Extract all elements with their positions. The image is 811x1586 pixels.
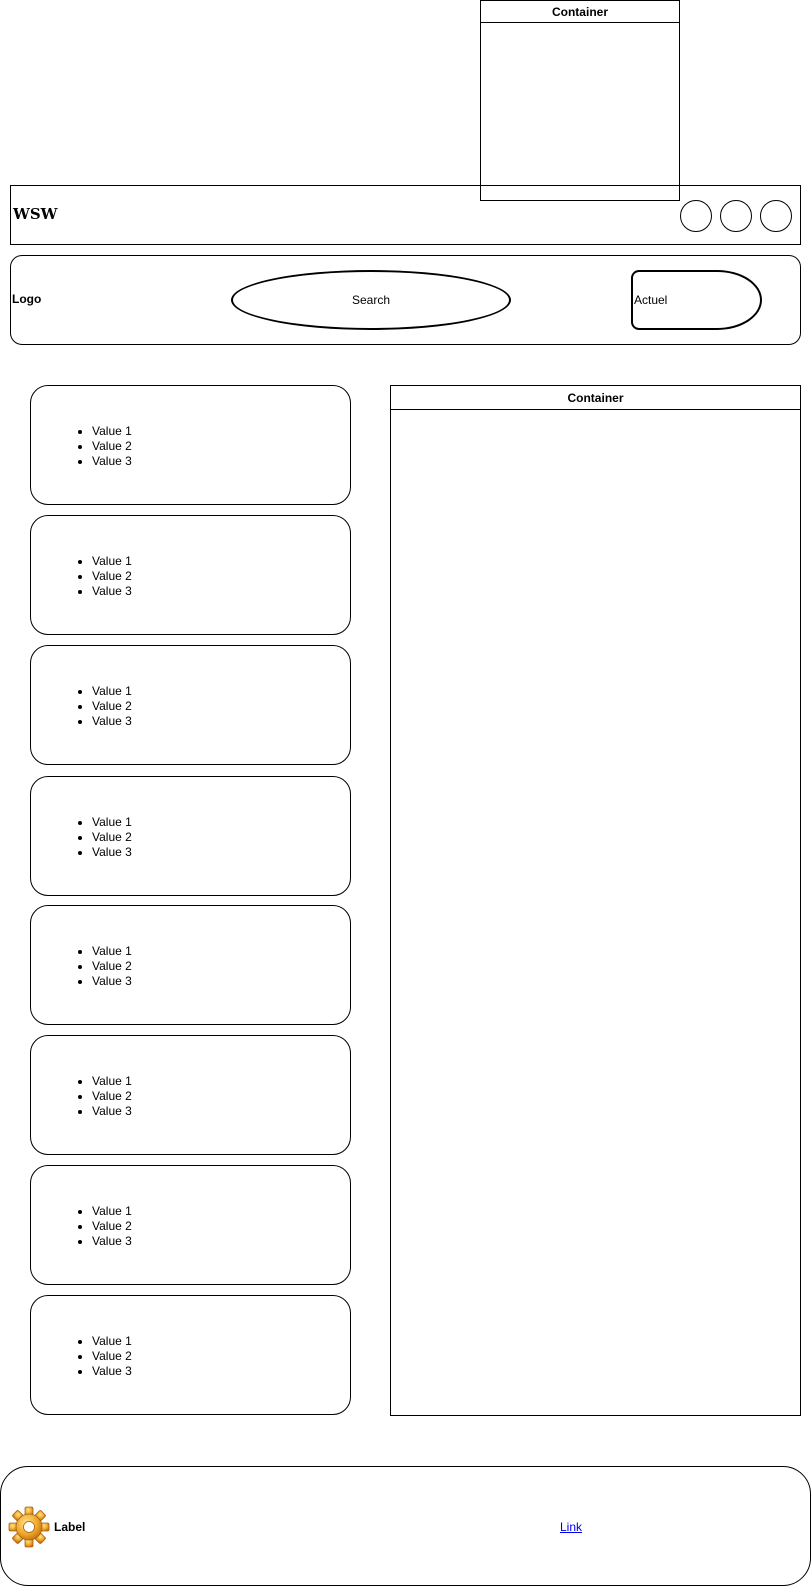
actuel-button[interactable]: Actuel <box>631 270 762 330</box>
list-item: Value 2 <box>92 1349 132 1364</box>
list-item: Value 3 <box>92 1104 132 1119</box>
footer-link[interactable]: Link <box>560 1520 582 1534</box>
list-item: Value 1 <box>92 815 132 830</box>
list-item: Value 1 <box>92 1334 132 1349</box>
list-card: Value 1 Value 2 Value 3 <box>30 905 351 1025</box>
list-item: Value 2 <box>92 569 132 584</box>
list-item: Value 2 <box>92 959 132 974</box>
list-card: Value 1 Value 2 Value 3 <box>30 515 351 635</box>
search-label: Search <box>351 293 391 307</box>
list-item: Value 2 <box>92 439 132 454</box>
footer-label: Label <box>54 1520 86 1534</box>
gear-icon <box>8 1506 50 1548</box>
value-list: Value 1 Value 2 Value 3 <box>92 554 132 599</box>
value-list: Value 1 Value 2 Value 3 <box>92 424 132 469</box>
list-item: Value 1 <box>92 424 132 439</box>
list-item: Value 3 <box>92 714 132 729</box>
list-card: Value 1 Value 2 Value 3 <box>30 776 351 896</box>
value-list: Value 1 Value 2 Value 3 <box>92 815 132 860</box>
content-container: Container <box>390 385 801 1416</box>
value-list: Value 1 Value 2 Value 3 <box>92 1334 132 1379</box>
list-item: Value 1 <box>92 554 132 569</box>
circle-button-1[interactable] <box>680 200 712 232</box>
list-item: Value 2 <box>92 1089 132 1104</box>
top-container-title: Container <box>481 1 679 23</box>
list-item: Value 2 <box>92 699 132 714</box>
nav-bar: Logo Search Actuel <box>10 255 801 345</box>
list-item: Value 3 <box>92 845 132 860</box>
brand-logo[interactable]: WSW <box>13 205 58 223</box>
list-card: Value 1 Value 2 Value 3 <box>30 1035 351 1155</box>
value-list: Value 1 Value 2 Value 3 <box>92 1074 132 1119</box>
actuel-label: Actuel <box>634 293 668 307</box>
list-card: Value 1 Value 2 Value 3 <box>30 385 351 505</box>
circle-button-3[interactable] <box>760 200 792 232</box>
value-list: Value 1 Value 2 Value 3 <box>92 944 132 989</box>
list-item: Value 2 <box>92 1219 132 1234</box>
list-item: Value 3 <box>92 974 132 989</box>
list-item: Value 1 <box>92 684 132 699</box>
list-item: Value 1 <box>92 1074 132 1089</box>
value-list: Value 1 Value 2 Value 3 <box>92 1204 132 1249</box>
list-card: Value 1 Value 2 Value 3 <box>30 1295 351 1415</box>
list-card: Value 1 Value 2 Value 3 <box>30 1165 351 1285</box>
search-button[interactable]: Search <box>231 270 511 330</box>
list-item: Value 1 <box>92 1204 132 1219</box>
content-container-title: Container <box>391 386 800 410</box>
list-item: Value 3 <box>92 584 132 599</box>
list-item: Value 3 <box>92 1364 132 1379</box>
value-list: Value 1 Value 2 Value 3 <box>92 684 132 729</box>
circle-button-2[interactable] <box>720 200 752 232</box>
list-item: Value 3 <box>92 1234 132 1249</box>
footer: Label Link <box>0 1466 811 1586</box>
list-item: Value 3 <box>92 454 132 469</box>
header-bar: WSW <box>10 185 801 245</box>
list-item: Value 2 <box>92 830 132 845</box>
logo-label[interactable]: Logo <box>12 292 41 306</box>
list-card: Value 1 Value 2 Value 3 <box>30 645 351 765</box>
list-item: Value 1 <box>92 944 132 959</box>
top-container: Container <box>480 0 680 201</box>
